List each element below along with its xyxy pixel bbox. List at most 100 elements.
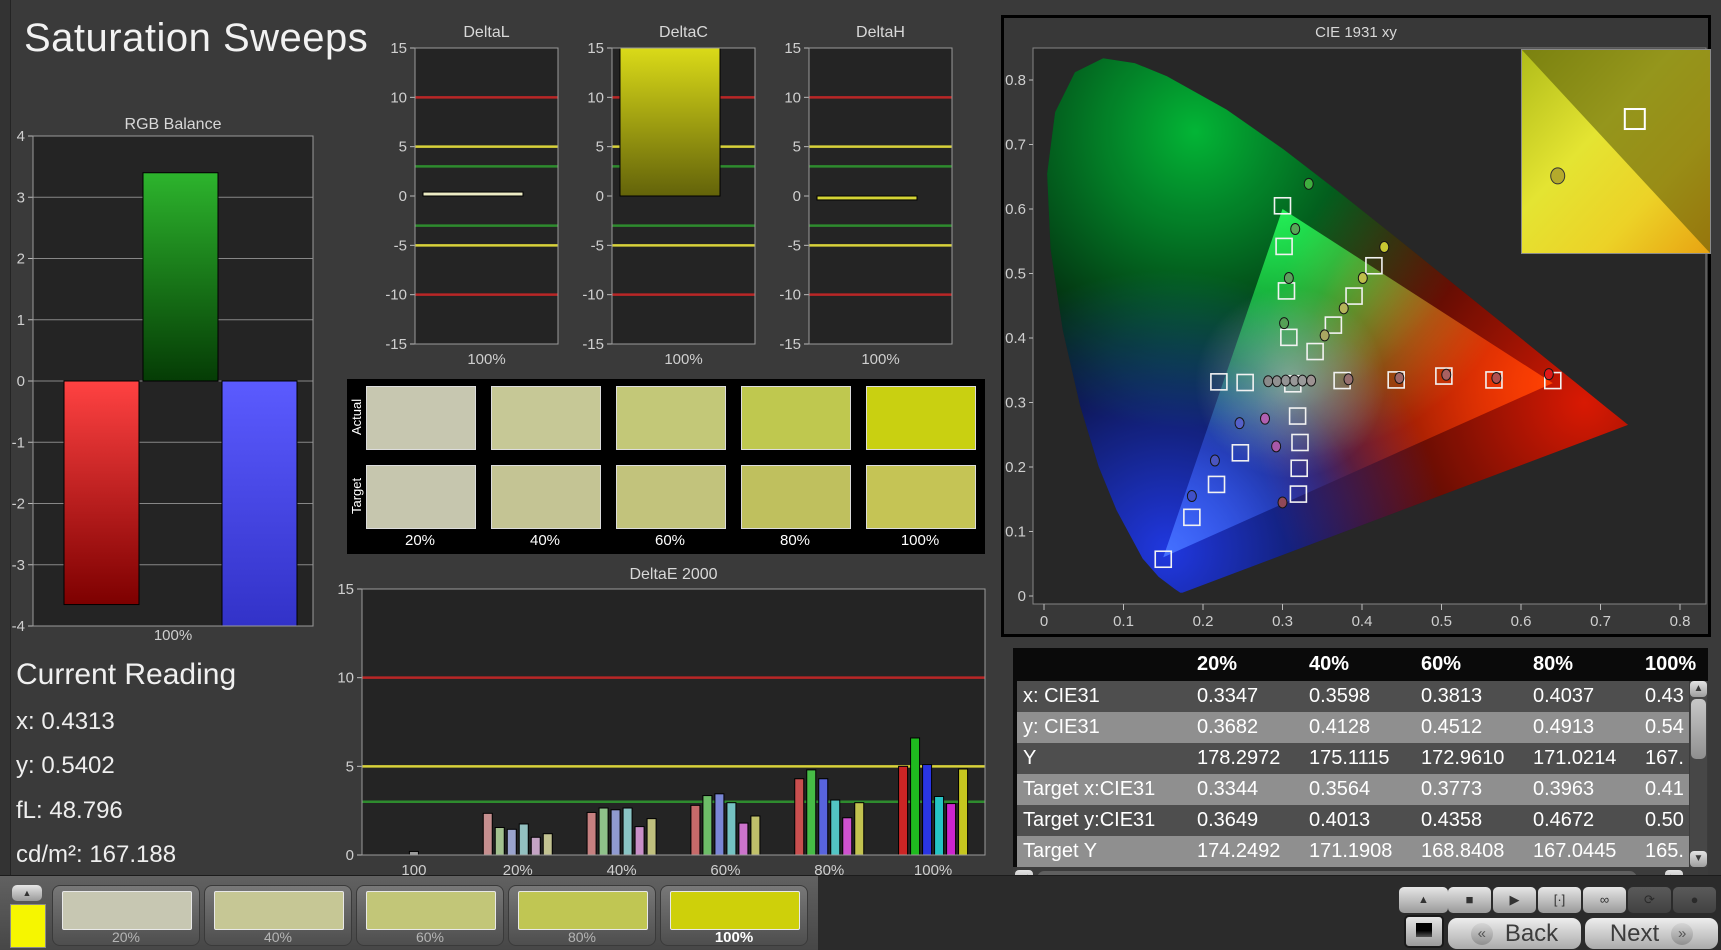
table-cell: 171.1908 — [1303, 836, 1415, 867]
stop-button[interactable]: ■ — [1448, 887, 1491, 913]
next-chevron-icon: » — [1671, 923, 1693, 945]
deltae-bar — [519, 824, 528, 855]
deltae-bar — [899, 766, 908, 855]
table-cell: 0.4128 — [1303, 712, 1415, 743]
stop-icon: ■ — [1466, 892, 1474, 907]
page-title: Saturation Sweeps — [24, 16, 368, 61]
deltal-chart: 151050-5-10-15100% — [385, 40, 561, 377]
deltae-plot: 05101510020%40%60%80%100% — [328, 577, 993, 882]
cie-measured-point — [1272, 441, 1281, 452]
bottom-toolbar: ▲ 20%40%60%80%100% ▲ ■▶[·]∞⟳● « Back Nex… — [0, 875, 1721, 950]
tick-label: 0.7 — [1005, 137, 1026, 154]
tick-label: 0 — [1040, 613, 1048, 630]
deltae-bar — [947, 804, 956, 855]
tick-label: -5 — [788, 237, 801, 254]
swatch-60%-target — [616, 465, 726, 529]
rgb-bar-blue — [222, 381, 297, 626]
tick-label: 0.3 — [1272, 613, 1293, 630]
deltae2000-chart: 05101510020%40%60%80%100% — [328, 577, 993, 887]
cie-measured-point — [1210, 455, 1219, 466]
tick-label: 0 — [793, 188, 801, 205]
deltae-bar — [727, 803, 736, 855]
tick-label: -4 — [12, 618, 25, 635]
table-cell: 0.3649 — [1191, 805, 1303, 836]
deltae-bar — [795, 779, 804, 855]
tick-label: 0.4 — [1352, 613, 1373, 630]
swatch-80%-target — [741, 465, 851, 529]
table-row: Target x:CIE310.33440.35640.37730.39630.… — [1013, 774, 1689, 805]
next-button-label: Next — [1610, 920, 1659, 948]
swatch-row-label-target: Target — [349, 465, 364, 527]
table-row: Target y:CIE310.36490.40130.43580.46720.… — [1013, 805, 1689, 836]
tick-label: 3 — [17, 189, 25, 206]
swatch-40%-target — [491, 465, 601, 529]
table-header-row: 20%40%60%80%100% — [1013, 648, 1708, 681]
current-reading-cdm2: cd/m²: 167.188 — [16, 841, 176, 869]
table-cell: 0.3773 — [1415, 774, 1527, 805]
table-cell: 178.2972 — [1191, 743, 1303, 774]
tick-label: -10 — [582, 287, 604, 304]
table-cell: 167.0445 — [1527, 836, 1639, 867]
table-cell: 0.3344 — [1191, 774, 1303, 805]
deltae-bar — [531, 837, 540, 855]
current-reading-y: y: 0.5402 — [16, 752, 115, 780]
deltae-bar — [819, 779, 828, 855]
cie-measured-point — [1544, 369, 1553, 380]
cie-measured-point — [1281, 375, 1290, 386]
cie-measured-point — [1187, 491, 1196, 502]
tick-label: 5 — [793, 139, 801, 156]
cie-measured-point — [1278, 497, 1287, 508]
tick-label: -15 — [582, 336, 604, 353]
cie-measured-point — [1307, 375, 1316, 386]
deltae-bar — [923, 765, 932, 855]
swatch-100%-actual — [866, 386, 976, 450]
table-vscroll-thumb[interactable] — [1691, 699, 1706, 759]
table-row-label: Target y:CIE31 — [1017, 805, 1191, 836]
cie-measured-point — [1339, 303, 1348, 314]
next-button[interactable]: Next » — [1585, 918, 1718, 949]
cie-measured-point — [1442, 369, 1451, 380]
table-cell: 171.0214 — [1527, 743, 1639, 774]
deltae-bar — [409, 851, 418, 855]
deltae-bar — [843, 818, 852, 855]
tick-label: 0 — [346, 847, 354, 864]
swatch-20%-actual — [366, 386, 476, 450]
tick-label: 10 — [337, 670, 354, 687]
cie-measured-point — [1291, 223, 1300, 234]
table-cell: 0.3598 — [1303, 681, 1415, 712]
cie-measured-point — [1304, 178, 1313, 189]
current-reading-fl: fL: 48.796 — [16, 797, 123, 825]
table-cell: 175.1115 — [1303, 743, 1415, 774]
swatch-category-label: 40% — [491, 532, 599, 549]
swatch-60%-actual — [616, 386, 726, 450]
deltae-bar — [935, 796, 944, 855]
back-chevron-icon: « — [1471, 923, 1493, 945]
table-vscroll-up-button[interactable]: ▲ — [1690, 681, 1707, 697]
play-button[interactable]: ▶ — [1493, 887, 1536, 913]
step-frame-button[interactable]: [·] — [1538, 887, 1581, 913]
cie-measured-point — [1280, 318, 1289, 329]
loop-button[interactable]: ∞ — [1583, 887, 1626, 913]
swatch-80%-actual — [741, 386, 851, 450]
back-button[interactable]: « Back — [1448, 918, 1581, 949]
tick-label: 100% — [861, 351, 899, 368]
deltae-bar — [715, 794, 724, 855]
table-vscroll-down-button[interactable]: ▼ — [1690, 851, 1707, 867]
table-cell: 0.4672 — [1527, 805, 1639, 836]
table-cell: 0.4913 — [1527, 712, 1639, 743]
rgb-balance-chart: 43210-1-2-3-4100% — [3, 128, 319, 648]
table-cell: 0.3347 — [1191, 681, 1303, 712]
tick-label: 5 — [346, 758, 354, 775]
cie-measured-point — [1395, 372, 1404, 383]
tick-label: 5 — [596, 139, 604, 156]
deltae-bar — [507, 829, 516, 855]
table-cell: 0.4358 — [1415, 805, 1527, 836]
tick-label: -5 — [394, 237, 407, 254]
deltae-bar — [635, 827, 644, 855]
deltae-bar — [691, 805, 700, 855]
swatch-category-label: 60% — [616, 532, 724, 549]
tick-label: 15 — [784, 40, 801, 57]
record-icon: ● — [1691, 892, 1699, 907]
tick-label: -3 — [12, 557, 25, 574]
cie-measured-point — [1320, 330, 1329, 341]
